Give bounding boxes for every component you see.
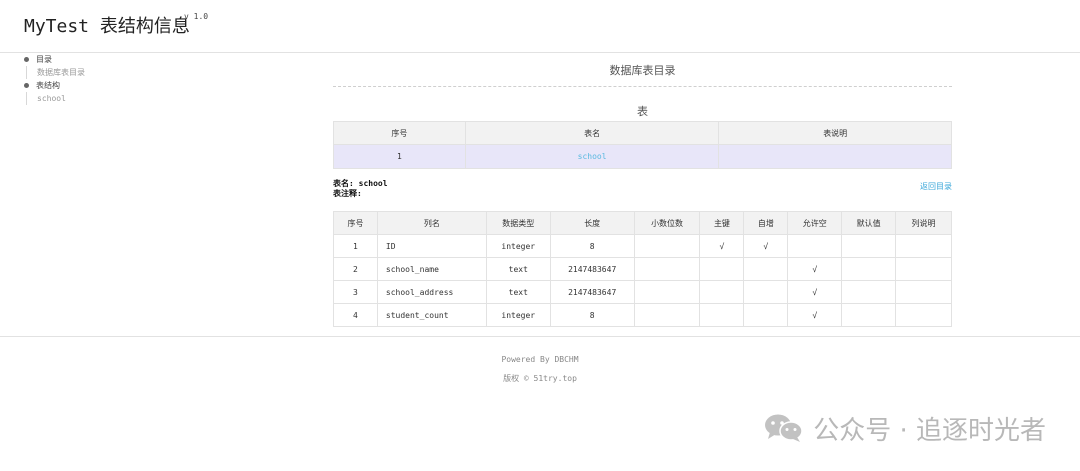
column-header: 序号 — [333, 211, 378, 235]
table-cell — [787, 234, 843, 258]
toc-item-label: 表结构 — [36, 81, 60, 90]
column-header: 表说明 — [718, 121, 952, 145]
table-cell: text — [485, 280, 551, 304]
table-cell — [633, 280, 701, 304]
table-cell — [841, 280, 897, 304]
table-cell: text — [485, 257, 551, 281]
app-title: MyTest 表结构信息 — [24, 16, 190, 37]
table-cell: 3 — [333, 280, 378, 304]
table-link-school[interactable]: school — [578, 152, 607, 161]
toc-group-catalog: 目录 数据库表目录 — [24, 53, 85, 79]
column-header: 列名 — [376, 211, 487, 235]
table-cell: 1 — [333, 234, 378, 258]
table-cell — [895, 303, 952, 327]
footer-powered-by: Powered By DBCHM — [501, 355, 579, 364]
back-to-catalog-link[interactable]: 返回目录 — [920, 181, 952, 192]
wechat-icon — [765, 414, 803, 442]
table-cell: 1 — [333, 144, 466, 169]
table-row: 4 student_count integer 8 √ — [333, 303, 952, 327]
table-cell — [895, 280, 952, 304]
table-cell: integer — [485, 234, 551, 258]
table-cell: √ — [743, 234, 789, 258]
table-cell — [633, 234, 701, 258]
table-cell — [633, 303, 701, 327]
column-header: 列说明 — [895, 211, 952, 235]
table-cell: school — [464, 144, 720, 169]
column-header: 数据类型 — [485, 211, 551, 235]
column-header: 表名 — [464, 121, 720, 145]
table-cell — [895, 234, 952, 258]
table-cell: √ — [787, 303, 843, 327]
table-cell — [633, 257, 701, 281]
table-cell — [743, 257, 789, 281]
table-row: 2 school_name text 2147483647 √ — [333, 257, 952, 281]
column-header: 序号 — [333, 121, 466, 145]
table-row: 1 ID integer 8 √ √ — [333, 234, 952, 258]
table-cell: 8 — [549, 303, 635, 327]
table-cell — [895, 257, 952, 281]
toc-item-structure[interactable]: 表结构 — [24, 79, 85, 92]
watermark: 公众号 · 追逐时光者 — [763, 411, 1046, 446]
table-cell — [718, 144, 952, 169]
bullet-icon — [24, 57, 29, 62]
table-cell: integer — [485, 303, 551, 327]
toc-subitem-db-catalog[interactable]: 数据库表目录 — [26, 66, 85, 79]
divider — [333, 86, 952, 87]
column-header: 允许空 — [787, 211, 843, 235]
column-header: 自增 — [743, 211, 789, 235]
table-cell: 4 — [333, 303, 378, 327]
table-cell — [699, 303, 745, 327]
table-cell: 2 — [333, 257, 378, 281]
table-row: 3 school_address text 2147483647 √ — [333, 280, 952, 304]
table-cell — [743, 280, 789, 304]
catalog-caption: 表 — [637, 105, 648, 118]
app-version: v 1.0 — [184, 12, 209, 21]
table-cell: ID — [376, 234, 487, 258]
footer-copyright: 版权 © 51try.top — [503, 374, 577, 383]
table-header-row: 序号 表名 表说明 — [333, 121, 952, 145]
table-cell: school_name — [376, 257, 487, 281]
columns-table: 序号 列名 数据类型 长度 小数位数 主键 自增 允许空 默认值 列说明 1 I… — [333, 211, 952, 327]
table-cell: √ — [787, 257, 843, 281]
table-cell: 2147483647 — [549, 280, 635, 304]
toc-item-label: 目录 — [36, 55, 52, 64]
table-cell: √ — [699, 234, 745, 258]
bullet-icon — [24, 83, 29, 88]
table-cell: 2147483647 — [549, 257, 635, 281]
table-cell — [841, 257, 897, 281]
page-header: MyTest 表结构信息 v 1.0 — [0, 0, 1080, 53]
catalog-table: 序号 表名 表说明 1 school — [333, 121, 952, 169]
column-header: 主键 — [699, 211, 745, 235]
column-header: 小数位数 — [633, 211, 701, 235]
table-cell — [699, 280, 745, 304]
table-header-row: 序号 列名 数据类型 长度 小数位数 主键 自增 允许空 默认值 列说明 — [333, 211, 952, 235]
table-comment-label: 表注释: — [333, 189, 362, 198]
table-cell: school_address — [376, 280, 487, 304]
table-cell — [699, 257, 745, 281]
toc-group-structure: 表结构 school — [24, 79, 85, 105]
table-row: 1 school — [333, 144, 952, 169]
table-cell — [841, 234, 897, 258]
catalog-title: 数据库表目录 — [609, 64, 676, 77]
footer-divider — [0, 336, 1080, 337]
toc-sidebar: 目录 数据库表目录 表结构 school — [24, 53, 85, 105]
table-cell: √ — [787, 280, 843, 304]
table-cell — [743, 303, 789, 327]
toc-subitem-school[interactable]: school — [26, 92, 85, 105]
column-header: 长度 — [549, 211, 635, 235]
column-header: 默认值 — [841, 211, 897, 235]
table-cell: student_count — [376, 303, 487, 327]
toc-item-catalog[interactable]: 目录 — [24, 53, 85, 66]
table-cell — [841, 303, 897, 327]
table-cell: 8 — [549, 234, 635, 258]
watermark-text: 公众号 · 追逐时光者 — [813, 415, 1046, 446]
